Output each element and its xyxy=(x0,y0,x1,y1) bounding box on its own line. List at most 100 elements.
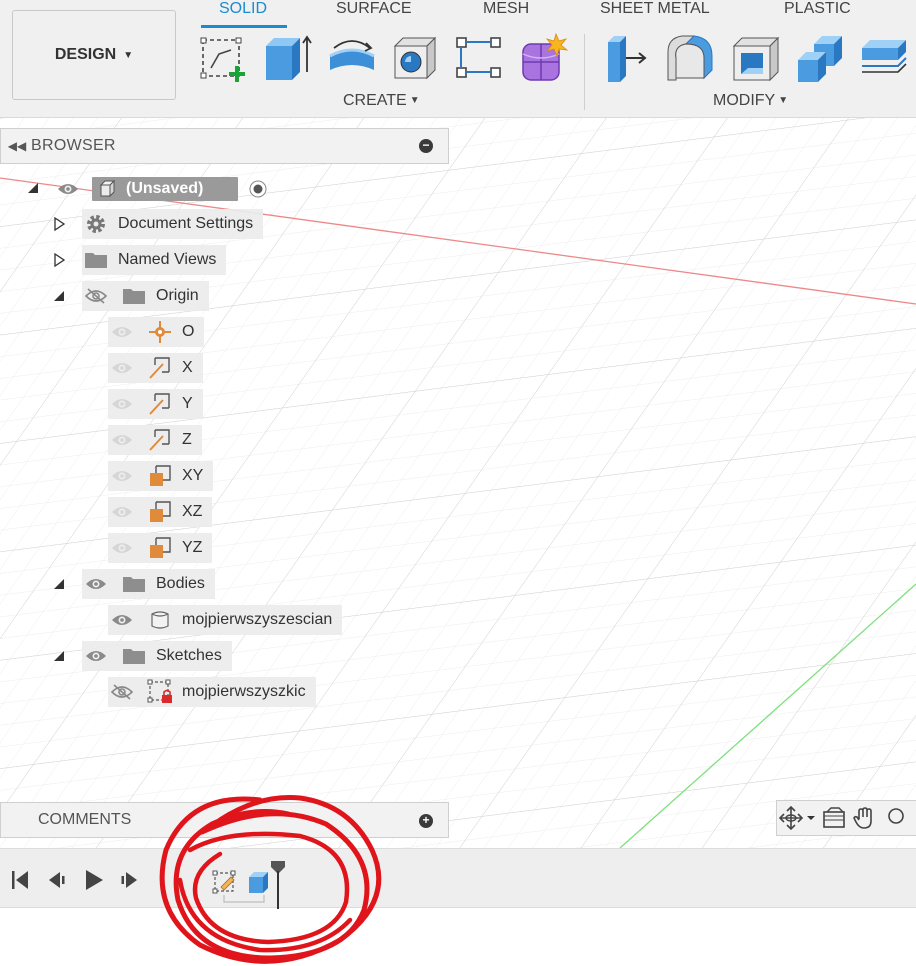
form-tool[interactable] xyxy=(453,32,505,84)
visibility-off-eye-icon[interactable] xyxy=(108,677,136,707)
step-forward-icon xyxy=(121,872,137,888)
visibility-eye-icon[interactable] xyxy=(108,425,136,455)
body-icon xyxy=(146,605,174,635)
item-label: X xyxy=(182,359,193,376)
caret-down-icon: ▼ xyxy=(409,95,420,106)
look-at-button[interactable] xyxy=(819,803,849,833)
visibility-eye-icon[interactable] xyxy=(108,533,136,563)
modify-menu[interactable]: MODIFY ▼ xyxy=(713,92,788,110)
browser-item-origin-point[interactable]: O xyxy=(108,317,205,347)
create-menu-label: CREATE xyxy=(343,92,407,109)
orbit-menu-button[interactable] xyxy=(777,803,819,833)
offset-face-tool[interactable] xyxy=(858,32,910,84)
go-to-start-button[interactable] xyxy=(8,868,32,892)
tab-sheet-metal[interactable]: SHEET METAL xyxy=(600,0,710,22)
item-label: Bodies xyxy=(156,575,205,592)
visibility-eye-icon[interactable] xyxy=(108,497,136,527)
tab-mesh[interactable]: MESH xyxy=(483,0,529,22)
create-sketch-tool[interactable] xyxy=(197,32,249,84)
pattern-icon xyxy=(456,37,501,78)
visibility-eye-icon[interactable] xyxy=(108,317,136,347)
extrude-tool[interactable] xyxy=(260,32,312,84)
form-icon xyxy=(522,32,569,81)
zoom-button[interactable] xyxy=(879,803,909,833)
minimize-panel-button[interactable]: − xyxy=(419,139,433,153)
extrude-feature-icon xyxy=(249,872,268,893)
folder-icon xyxy=(120,569,148,599)
browser-item-origin[interactable]: Origin xyxy=(82,281,209,311)
browser-item-document-settings[interactable]: Document Settings xyxy=(82,209,264,239)
axis-icon xyxy=(146,425,174,455)
combine-tool[interactable] xyxy=(794,32,846,84)
expand-toggle-origin[interactable] xyxy=(52,289,66,303)
fillet-tool[interactable] xyxy=(664,32,716,84)
add-comment-button[interactable]: + xyxy=(419,814,433,828)
browser-item-sketches[interactable]: Sketches xyxy=(82,641,232,671)
browser-item-axis-y[interactable]: Y xyxy=(108,389,203,419)
visibility-off-eye-icon[interactable] xyxy=(82,281,110,311)
triangle-expanded-icon xyxy=(54,651,64,661)
browser-item-body[interactable]: mojpierwszyszescian xyxy=(108,605,343,635)
visibility-eye-icon[interactable] xyxy=(54,174,82,204)
press-pull-tool[interactable] xyxy=(600,32,652,84)
browser-item-plane-xz[interactable]: XZ xyxy=(108,497,213,527)
create-menu[interactable]: CREATE ▼ xyxy=(343,92,420,110)
expand-toggle-named-views[interactable] xyxy=(52,253,66,267)
triangle-collapsed-icon xyxy=(54,217,65,231)
feature-group-bracket xyxy=(223,895,265,903)
expand-toggle-bodies[interactable] xyxy=(52,577,66,591)
hole-tool[interactable] xyxy=(389,32,441,84)
root-component-pill[interactable]: (Unsaved) xyxy=(92,177,238,201)
tab-surface[interactable]: SURFACE xyxy=(336,0,412,22)
look-at-icon xyxy=(823,807,845,828)
browser-item-named-views[interactable]: Named Views xyxy=(82,245,227,275)
step-back-button[interactable] xyxy=(44,868,68,892)
comments-title: COMMENTS xyxy=(38,811,132,828)
workspace-switcher-button[interactable]: DESIGN ▼ xyxy=(12,10,176,100)
shell-icon xyxy=(732,36,780,82)
browser-item-bodies[interactable]: Bodies xyxy=(82,569,215,599)
browser-item-axis-z[interactable]: Z xyxy=(108,425,202,455)
browser-item-plane-xy[interactable]: XY xyxy=(108,461,214,491)
tab-solid[interactable]: SOLID xyxy=(219,0,267,22)
triangle-expanded-icon xyxy=(28,183,38,193)
visibility-eye-icon[interactable] xyxy=(108,389,136,419)
axis-icon xyxy=(146,353,174,383)
hand-icon xyxy=(853,807,872,829)
origin-point-icon xyxy=(146,317,174,347)
step-forward-button[interactable] xyxy=(118,868,142,892)
browser-item-sketch[interactable]: mojpierwszyszkic xyxy=(108,677,316,707)
browser-item-axis-x[interactable]: X xyxy=(108,353,203,383)
expand-toggle-root[interactable] xyxy=(26,181,40,195)
item-label: Sketches xyxy=(156,647,222,664)
visibility-eye-icon[interactable] xyxy=(108,605,136,635)
create-sketch-icon xyxy=(200,37,245,82)
fillet-icon xyxy=(667,35,713,81)
timeline-feature-sketch[interactable] xyxy=(212,869,238,895)
press-pull-icon xyxy=(608,36,647,82)
collapse-panel-icon[interactable]: ◀◀ xyxy=(3,139,31,153)
gear-icon xyxy=(82,209,110,239)
toolbar-divider xyxy=(584,34,585,110)
revolve-tool[interactable] xyxy=(326,32,378,84)
form-create-tool[interactable] xyxy=(518,32,570,84)
browser-root-row[interactable]: (Unsaved) xyxy=(54,174,274,204)
visibility-eye-icon[interactable] xyxy=(82,641,110,671)
shell-tool[interactable] xyxy=(730,32,782,84)
tab-plastic[interactable]: PLASTIC xyxy=(784,0,851,22)
activate-radio-icon[interactable] xyxy=(244,174,272,204)
timeline-feature-extrude[interactable] xyxy=(246,869,272,895)
expand-toggle-document-settings[interactable] xyxy=(52,217,66,231)
expand-toggle-sketches[interactable] xyxy=(52,649,66,663)
plane-icon xyxy=(146,533,174,563)
visibility-eye-icon[interactable] xyxy=(108,353,136,383)
item-label: XZ xyxy=(182,503,203,520)
timeline-marker[interactable] xyxy=(270,859,286,909)
play-button[interactable] xyxy=(82,868,106,892)
item-label: mojpierwszyszescian xyxy=(182,611,333,628)
browser-panel-header: ◀◀ BROWSER − xyxy=(0,128,449,164)
pan-button[interactable] xyxy=(849,803,879,833)
browser-item-plane-yz[interactable]: YZ xyxy=(108,533,213,563)
visibility-eye-icon[interactable] xyxy=(108,461,136,491)
visibility-eye-icon[interactable] xyxy=(82,569,110,599)
